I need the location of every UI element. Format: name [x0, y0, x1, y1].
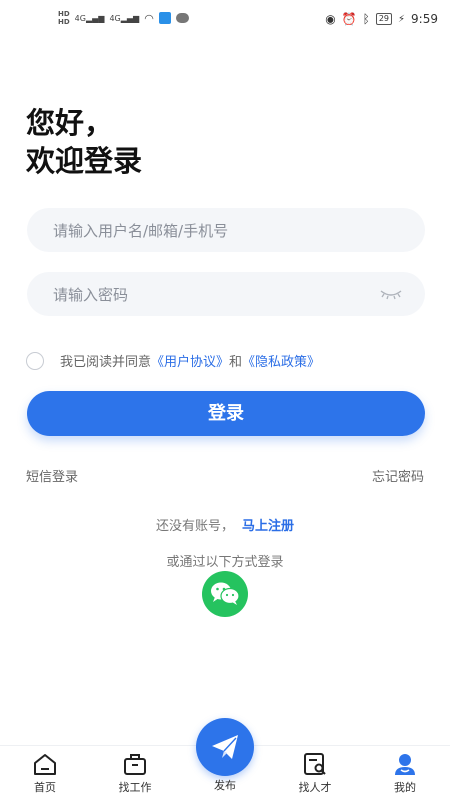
- password-input[interactable]: [51, 272, 385, 318]
- hd-indicators: HD HD: [58, 10, 70, 26]
- greeting-title: 您好， 欢迎登录: [26, 104, 142, 180]
- telegram-notification-icon: [158, 12, 171, 24]
- signal-icon: 4G▂▄▆: [74, 13, 105, 23]
- greeting-line-1: 您好，: [26, 106, 114, 140]
- password-field-container: [27, 272, 425, 318]
- register-row: 还没有账号， 马上注册: [0, 515, 450, 534]
- wifi-icon: ◠: [144, 11, 154, 25]
- agreement-row: 我已阅读并同意 《用户协议》 和 《隐私政策》: [26, 351, 320, 370]
- status-bar: HD HD 4G▂▄▆ 4G▂▄▆ ◠ ◉ ⏰ ᛒ 29 ⚡ 9:59: [0, 0, 450, 40]
- battery-icon: 29: [375, 13, 393, 25]
- talent-search-icon: [304, 753, 326, 775]
- hd-indicator-2: HD: [58, 18, 70, 26]
- network-type-2: 4G: [109, 13, 121, 23]
- other-login-label: 或通过以下方式登录: [166, 555, 284, 570]
- tab-home-label: 首页: [34, 781, 56, 794]
- bluetooth-icon: ᛒ: [362, 12, 370, 26]
- network-type-1: 4G: [74, 13, 86, 23]
- tab-publish-button[interactable]: [196, 718, 254, 776]
- send-icon: [212, 735, 238, 759]
- forgot-password-link[interactable]: 忘记密码: [372, 466, 424, 485]
- register-link[interactable]: 马上注册: [242, 519, 294, 534]
- sms-login-link[interactable]: 短信登录: [26, 466, 78, 485]
- tab-find-job-label: 找工作: [118, 781, 152, 794]
- eye-closed-icon[interactable]: [379, 286, 403, 302]
- profile-icon: [395, 754, 415, 775]
- charging-icon: ⚡: [398, 13, 406, 25]
- agreement-prefix: 我已阅读并同意: [60, 355, 152, 370]
- privacy-policy-link[interactable]: 《隐私政策》: [242, 351, 320, 370]
- greeting-line-2: 欢迎登录: [26, 144, 143, 178]
- wechat-icon: [211, 582, 240, 605]
- wechat-login-button[interactable]: [202, 571, 248, 617]
- status-bar-left: HD HD 4G▂▄▆ 4G▂▄▆ ◠: [58, 10, 189, 26]
- alarm-icon: ⏰: [341, 12, 357, 26]
- login-button[interactable]: 登录: [27, 391, 425, 436]
- agreement-and: 和: [229, 355, 243, 370]
- tab-publish-label: 发布: [214, 779, 236, 792]
- briefcase-icon: [124, 754, 146, 775]
- status-bar-right: ◉ ⏰ ᛒ 29 ⚡ 9:59: [325, 12, 438, 26]
- home-icon: [34, 754, 56, 775]
- register-prompt: 还没有账号，: [155, 519, 234, 534]
- username-input[interactable]: [51, 208, 385, 254]
- chat-notification-icon: [175, 13, 189, 23]
- agreement-checkbox[interactable]: [26, 351, 44, 370]
- tab-find-talent-label: 找人才: [298, 781, 332, 794]
- hd-indicator-1: HD: [58, 10, 70, 18]
- signal-icon: 4G▂▄▆: [109, 13, 140, 23]
- eye-comfort-icon: ◉: [325, 12, 336, 26]
- clock-time: 9:59: [411, 12, 438, 26]
- tab-profile-label: 我的: [394, 781, 416, 794]
- username-field-container: [27, 208, 425, 254]
- user-agreement-link[interactable]: 《用户协议》: [151, 351, 229, 370]
